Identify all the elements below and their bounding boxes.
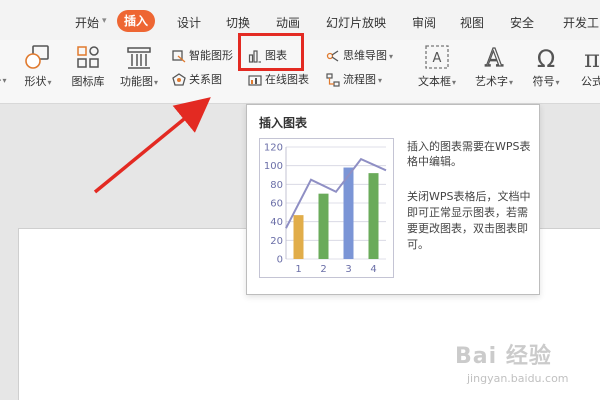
cut-off-button[interactable]: -▾ <box>0 40 10 100</box>
tab-slideshow[interactable]: 幻灯片放映 <box>326 12 386 34</box>
symbol-label: 符号 <box>532 75 555 88</box>
arrow-line <box>93 97 211 194</box>
tab-start[interactable]: 开始 <box>75 12 99 34</box>
shape-button[interactable]: 形状▾ <box>18 40 58 100</box>
svg-text:π: π <box>584 45 600 72</box>
online-chart-button[interactable]: 在线图表 <box>248 72 309 88</box>
x-tick-label: 1 <box>295 264 301 275</box>
pi-symbol-icon: π <box>584 45 600 72</box>
formula-button[interactable]: π 公式 <box>572 40 600 100</box>
mind-map-label: 思维导图 <box>343 49 387 62</box>
chart-bars <box>293 167 379 259</box>
flowchart-button[interactable]: 流程图 ▾ <box>326 72 382 88</box>
svg-text:A: A <box>484 44 503 72</box>
formula-label: 公式 <box>581 75 600 88</box>
flowchart-icon <box>326 73 340 87</box>
watermark-url: jingyan.baidu.com <box>467 372 569 385</box>
y-tick-label: 40 <box>270 217 283 228</box>
tooltip-title: 插入图表 <box>259 116 308 130</box>
art-text-button[interactable]: A 艺术字▾ <box>468 40 520 100</box>
textbox-button[interactable]: A 文本框▾ <box>412 40 462 100</box>
online-chart-label: 在线图表 <box>265 73 309 86</box>
chart-bar <box>368 173 379 259</box>
x-tick-label: 2 <box>320 264 326 275</box>
omega-symbol-icon: Ω <box>537 45 555 72</box>
y-tick-label: 120 <box>264 143 283 154</box>
symbol-button[interactable]: Ω 符号▾ <box>524 40 568 100</box>
icon-library-icon <box>77 46 99 68</box>
tab-design[interactable]: 设计 <box>177 12 201 34</box>
icon-library-label: 图标库 <box>71 75 105 88</box>
wps-presentation-window: ▾ 开始 插入 设计 切换 动画 幻灯片放映 审阅 视图 安全 开发工 -▾ 形… <box>0 0 600 400</box>
chart-preview: 0 20 40 60 80 100 120 1 2 3 4 <box>259 138 394 278</box>
y-tick-label: 0 <box>277 255 283 266</box>
tab-security[interactable]: 安全 <box>510 12 534 34</box>
watermark-text: Bai 经验 <box>455 344 552 369</box>
smart-shape-icon <box>172 50 186 63</box>
function-chart-button[interactable]: 功能图▾ <box>114 40 164 100</box>
mind-map-button[interactable]: 思维导图 ▾ <box>326 48 393 64</box>
tab-developer[interactable]: 开发工 <box>563 12 599 34</box>
x-tick-label: 4 <box>370 264 376 275</box>
tooltip-description-1: 插入的图表需要在WPS表格中编辑。 <box>407 140 531 168</box>
online-chart-icon <box>248 75 262 86</box>
baidu-watermark: Bai 经验 jingyan.baidu.com <box>455 338 595 398</box>
chevron-down-icon[interactable]: ▾ <box>102 16 107 26</box>
function-chart-icon <box>127 47 151 69</box>
function-chart-label: 功能图 <box>119 75 153 88</box>
textbox-icon: A <box>425 45 449 69</box>
chart-bar <box>318 193 329 259</box>
shape-label: 形状 <box>24 75 47 88</box>
smart-shape-button[interactable]: 智能图形 <box>172 48 233 64</box>
flowchart-label: 流程图 <box>343 73 376 86</box>
tab-animation[interactable]: 动画 <box>276 12 300 34</box>
art-text-icon: A <box>484 44 504 72</box>
icon-library-button[interactable]: 图标库 <box>66 40 110 100</box>
svg-text:Ω: Ω <box>537 45 555 72</box>
smart-shape-label: 智能图形 <box>189 49 233 62</box>
y-tick-label: 60 <box>270 199 283 210</box>
insert-chart-tooltip: 插入图表 0 20 40 60 80 100 120 1 2 3 4 插入的图表需要在WPS表格中… <box>246 104 540 295</box>
textbox-label: 文本框 <box>417 75 451 88</box>
y-tick-label: 100 <box>264 161 283 172</box>
chart-bar <box>293 215 304 259</box>
art-text-label: 艺术字 <box>474 75 508 88</box>
chart-preview-svg: 0 20 40 60 80 100 120 1 2 3 4 <box>264 143 387 275</box>
relation-chart-icon <box>172 73 186 86</box>
tab-view[interactable]: 视图 <box>460 12 484 34</box>
relation-chart-label: 关系图 <box>189 73 222 86</box>
y-tick-label: 80 <box>270 180 283 191</box>
chart-button-highlight <box>238 33 304 71</box>
chart-y-ticks: 0 20 40 60 80 100 120 <box>264 143 283 266</box>
tab-transition[interactable]: 切换 <box>226 12 250 34</box>
tab-review[interactable]: 审阅 <box>412 12 436 34</box>
relation-chart-button[interactable]: 关系图 <box>172 72 222 88</box>
tab-insert[interactable]: 插入 <box>117 10 156 32</box>
svg-text:A: A <box>433 51 442 66</box>
shape-icon <box>25 45 49 69</box>
y-tick-label: 20 <box>270 236 283 247</box>
x-tick-label: 3 <box>345 264 351 275</box>
chart-x-ticks: 1 2 3 4 <box>295 264 376 275</box>
tooltip-description-2: 关闭WPS表格后，文档中即可正常显示图表，若需要更改图表，双击图表即可。 <box>407 190 531 251</box>
mind-map-icon <box>326 50 339 62</box>
